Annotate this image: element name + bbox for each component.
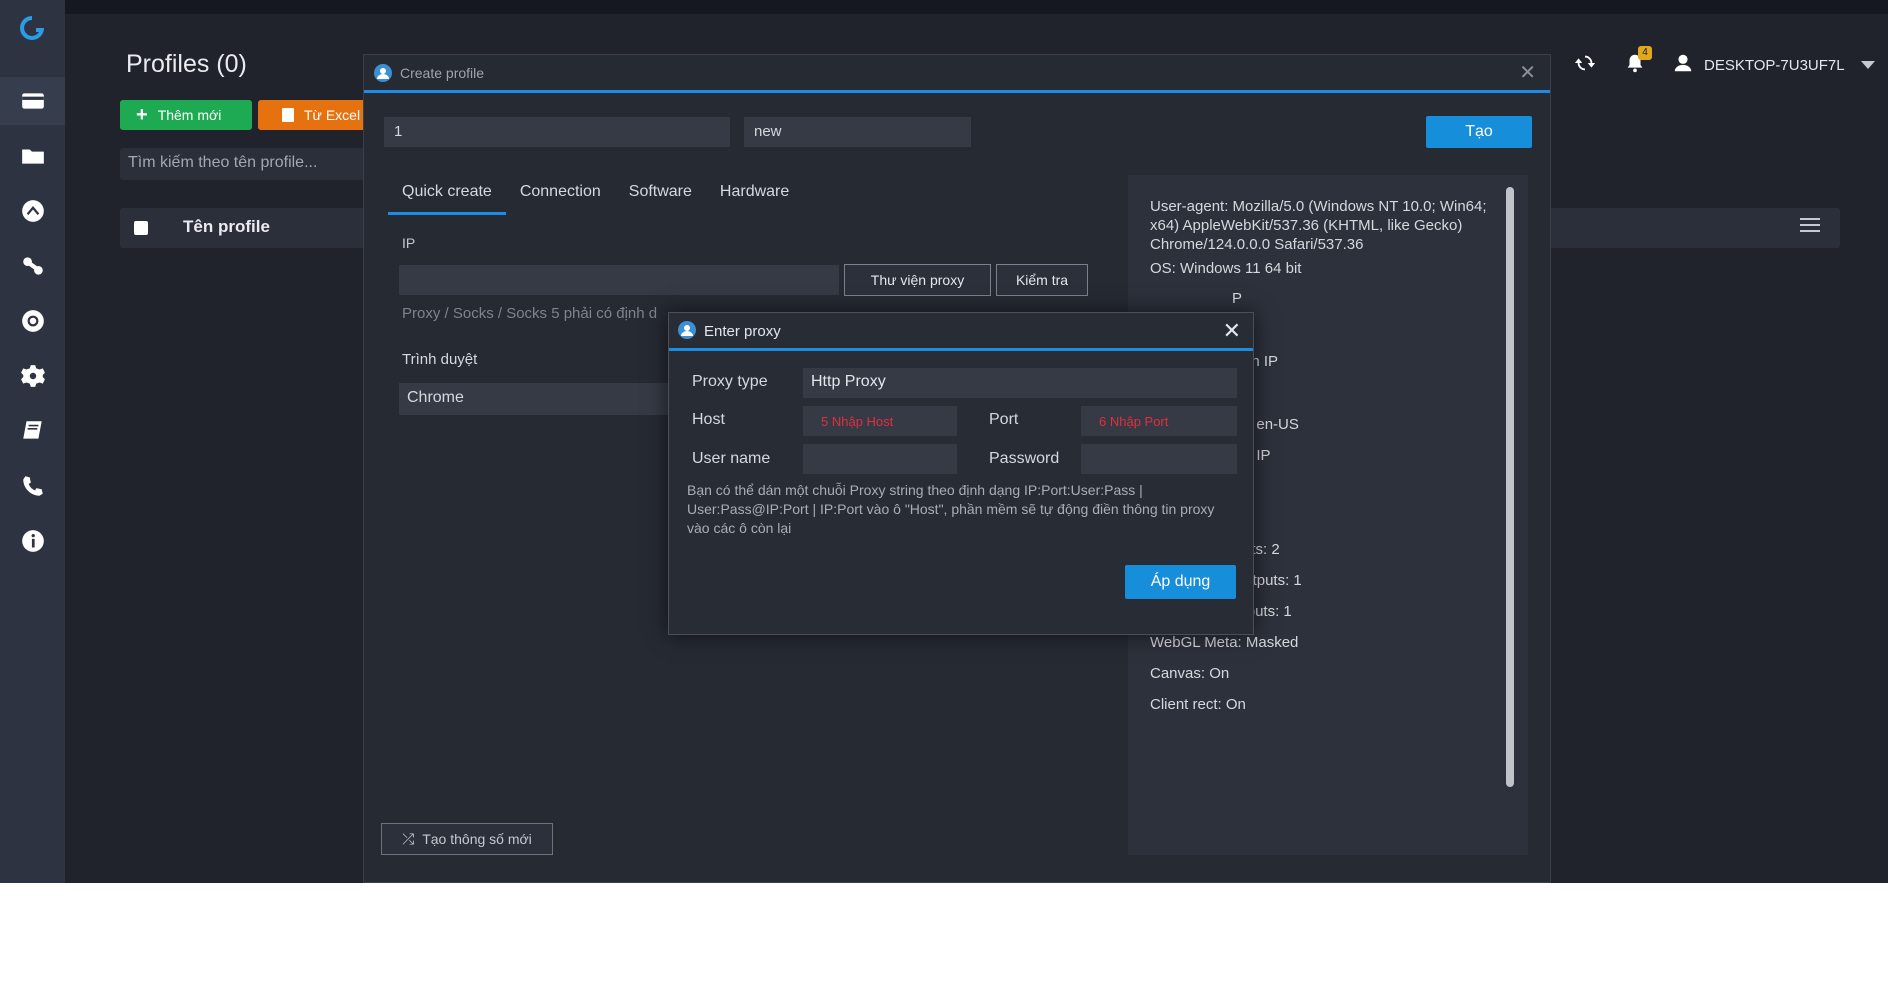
- device-name: DESKTOP-7U3UF7L: [1704, 56, 1845, 74]
- profile-name-input[interactable]: 1: [384, 117, 730, 147]
- password-label: Password: [989, 450, 1060, 467]
- enter-proxy-title: Enter proxy: [704, 323, 781, 340]
- import-excel-label: Từ Excel: [304, 107, 361, 123]
- proxy-type-select[interactable]: Http Proxy: [803, 368, 1237, 398]
- proxy-library-button[interactable]: Thư viện proxy: [844, 264, 991, 296]
- profile-avatar-icon: [678, 321, 696, 339]
- sync-icon: [1574, 52, 1596, 79]
- apply-button[interactable]: Áp dụng: [1125, 565, 1236, 599]
- sidebar-item-proxies[interactable]: [0, 242, 65, 290]
- sidebar-item-profiles[interactable]: [0, 77, 65, 125]
- folder-icon: [21, 149, 44, 164]
- profile-avatar-icon: [374, 64, 392, 82]
- proxy-string-note: Bạn có thể dán một chuỗi Proxy string th…: [687, 482, 1215, 536]
- info-canvas: Canvas: On: [1150, 665, 1230, 682]
- sidebar-item-support[interactable]: [0, 297, 65, 345]
- host-input[interactable]: 5 Nhập Host: [803, 406, 957, 436]
- password-input[interactable]: [1081, 444, 1237, 474]
- sidebar-item-settings[interactable]: [0, 352, 65, 400]
- link-icon: [22, 257, 43, 275]
- close-icon[interactable]: ✕: [1519, 63, 1536, 83]
- proxy-format-hint: Proxy / Socks / Socks 5 phải có định d: [402, 305, 658, 322]
- create-profile-title: Create profile: [400, 65, 485, 81]
- ip-input[interactable]: [399, 265, 839, 295]
- info-client-rect: Client rect: On: [1150, 696, 1246, 713]
- phone-icon: [22, 476, 43, 496]
- sidebar-item-contact[interactable]: [0, 462, 65, 510]
- profile-search-input[interactable]: Tìm kiếm theo tên profile...: [120, 148, 370, 180]
- notifications-button[interactable]: 4: [1624, 46, 1652, 78]
- username-input[interactable]: [803, 444, 957, 474]
- tab-hardware[interactable]: Hardware: [706, 175, 803, 215]
- app-logo-icon: [20, 16, 44, 40]
- add-profile-button[interactable]: + Thêm mới: [120, 100, 252, 130]
- excel-file-icon: [282, 108, 294, 122]
- top-strip: [65, 0, 1888, 14]
- plus-icon: +: [136, 104, 148, 126]
- info-scrollbar[interactable]: [1506, 187, 1514, 787]
- profiles-card-icon: [21, 93, 44, 109]
- info-memory: ry: 8: [1223, 508, 1528, 527]
- browser-select[interactable]: Chrome: [399, 383, 669, 415]
- book-icon: [22, 421, 42, 439]
- enter-proxy-header: Enter proxy ✕: [669, 313, 1253, 351]
- circle-up-icon: [21, 200, 44, 222]
- browser-label: Trình duyệt: [402, 351, 478, 368]
- group-select[interactable]: new: [744, 117, 971, 147]
- app-window: Profiles (0) + Thêm mới Từ Excel Tìm kiế…: [0, 0, 1888, 883]
- add-profile-label: Thêm mới: [157, 107, 222, 123]
- info-audio-inputs: inputs: 2: [1223, 541, 1280, 558]
- sync-button[interactable]: [1574, 52, 1596, 78]
- enter-proxy-dialog: Enter proxy ✕ Proxy type Http Proxy Host…: [668, 312, 1254, 635]
- info-line-partial: P: [1232, 290, 1243, 307]
- select-all-checkbox[interactable]: [134, 221, 148, 235]
- user-menu[interactable]: DESKTOP-7U3UF7L: [1672, 52, 1875, 78]
- column-profile-name: Tên profile: [183, 217, 270, 236]
- chevron-down-icon: [1860, 61, 1875, 69]
- info-webgl-meta: WebGL Meta: Masked: [1150, 634, 1299, 651]
- create-profile-tabs: Quick create Connection Software Hardwar…: [388, 175, 803, 215]
- port-input[interactable]: 6 Nhập Port: [1081, 406, 1237, 436]
- sidebar-item-info[interactable]: [0, 517, 65, 565]
- username-label: User name: [692, 450, 771, 467]
- tab-quick-create[interactable]: Quick create: [388, 175, 506, 215]
- info-timezone: se on IP: [1223, 353, 1279, 370]
- shuffle-icon: ⤮: [402, 830, 415, 848]
- port-label: Port: [989, 411, 1019, 428]
- sidebar-item-extensions[interactable]: [0, 187, 65, 235]
- info-user-agent: User-agent: Mozilla/5.0 (Windows NT 10.0…: [1150, 198, 1487, 253]
- proxy-type-label: Proxy type: [692, 373, 768, 390]
- sidebar-item-docs[interactable]: [0, 407, 65, 455]
- tab-software[interactable]: Software: [615, 175, 706, 215]
- sidebar-item-folders[interactable]: [0, 132, 65, 180]
- close-icon[interactable]: ✕: [1223, 318, 1241, 344]
- tab-connection[interactable]: Connection: [506, 175, 615, 215]
- ip-label: IP: [402, 235, 416, 251]
- create-profile-header: Create profile ✕: [364, 55, 1550, 93]
- info-icon: [21, 530, 44, 552]
- generate-fingerprint-button[interactable]: ⤮ Tạo thông số mới: [381, 823, 553, 855]
- info-geolocation: e on IP: [1223, 447, 1271, 464]
- import-excel-button[interactable]: Từ Excel: [258, 100, 368, 130]
- gear-icon: [20, 365, 45, 387]
- column-menu-icon[interactable]: [1800, 218, 1820, 234]
- host-label: Host: [692, 411, 725, 428]
- notification-count-badge: 4: [1638, 46, 1652, 60]
- create-button[interactable]: Tạo: [1426, 116, 1532, 148]
- info-language: age: en-US: [1223, 416, 1299, 433]
- generate-label: Tạo thông số mới: [422, 831, 532, 847]
- page-title: Profiles (0): [126, 50, 247, 78]
- lifebuoy-icon: [21, 310, 44, 332]
- info-os: OS: Windows 11 64 bit: [1150, 260, 1302, 277]
- user-icon: [1672, 52, 1694, 79]
- check-proxy-button[interactable]: Kiểm tra: [996, 264, 1088, 296]
- sidebar: [0, 0, 65, 883]
